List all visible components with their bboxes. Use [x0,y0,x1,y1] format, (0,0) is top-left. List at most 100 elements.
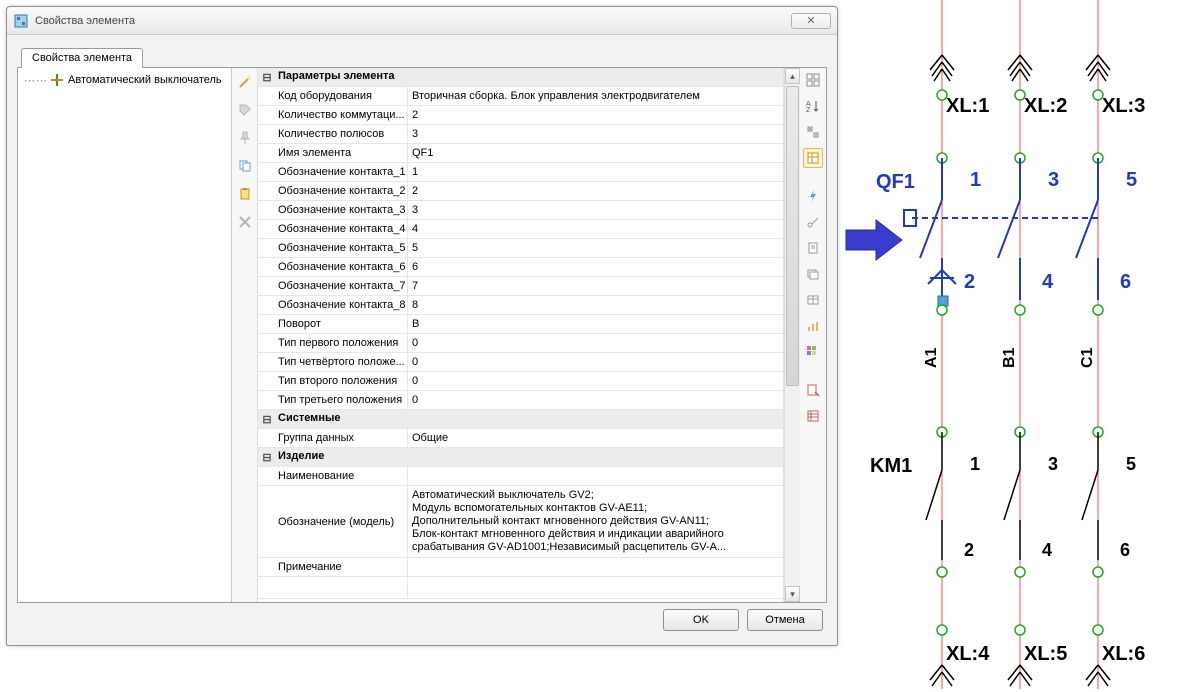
xl1-label: XL:1 [946,95,989,117]
collapse-icon[interactable]: ⊟ [258,68,276,86]
svg-text:2: 2 [964,540,974,560]
property-value[interactable]: QF1 [408,144,783,162]
dialog-buttons: OK Отмена [17,603,827,637]
property-row[interactable]: Код оборудованияВторичная сборка. Блок у… [258,87,783,106]
ok-button[interactable]: OK [663,609,739,631]
property-value[interactable]: 1 [408,163,783,181]
svg-text:4: 4 [1042,540,1052,560]
property-name: Обозначение (модель) [276,486,408,557]
delete-icon [235,212,255,232]
window-title: Свойства элемента [35,15,791,27]
property-row[interactable]: Наименование [258,467,783,486]
property-name: Обозначение контакта_1 [276,163,408,181]
collapse-icon[interactable]: ⊟ [258,410,276,428]
expand-all-icon[interactable] [803,122,823,142]
property-name: Количество коммутаци... [276,106,408,124]
wire-icon[interactable] [803,212,823,232]
section-product[interactable]: ⊟ Изделие [258,448,783,467]
scrollbar-vertical[interactable]: ▴ ▾ [784,68,800,602]
property-row[interactable]: Обозначение (модель)Автоматический выклю… [258,486,783,558]
tree-item-breaker[interactable]: ⋯⋯ Автоматический выключатель [22,72,227,88]
tree-connector-icon: ⋯⋯ [24,74,48,87]
property-name: Примечание [276,558,408,576]
property-value[interactable]: Общие [408,429,783,447]
property-value[interactable]: 0 [408,334,783,352]
section-params[interactable]: ⊟ Параметры элемента [258,68,783,87]
property-value[interactable]: Вторичная сборка. Блок управления электр… [408,87,783,105]
property-name: Обозначение контакта_7 [276,277,408,295]
property-row[interactable]: Обозначение контакта_55 [258,239,783,258]
chart-icon[interactable] [803,316,823,336]
property-row[interactable]: Обозначение контакта_44 [258,220,783,239]
property-value[interactable]: 4 [408,220,783,238]
property-row[interactable]: Обозначение контакта_66 [258,258,783,277]
property-row[interactable]: Тип второго положения0 [258,372,783,391]
cancel-button[interactable]: Отмена [747,609,823,631]
property-value[interactable] [408,467,783,485]
layers-icon[interactable] [803,264,823,284]
sort-az-icon[interactable]: AZ [803,96,823,116]
property-value[interactable]: 6 [408,258,783,276]
property-value[interactable] [408,558,783,576]
property-row[interactable]: Обозначение контакта_11 [258,163,783,182]
property-value[interactable]: 2 [408,182,783,200]
edit-properties-icon[interactable] [803,380,823,400]
property-name: Код оборудования [276,87,408,105]
scroll-up-icon[interactable]: ▴ [785,68,800,84]
property-row[interactable]: Количество полюсов3 [258,125,783,144]
wand-icon[interactable] [235,72,255,92]
copy-icon[interactable] [235,156,255,176]
page-icon[interactable] [803,238,823,258]
property-value[interactable]: 2 [408,106,783,124]
svg-text:C1: C1 [1079,347,1096,368]
scroll-thumb[interactable] [786,86,799,386]
scroll-down-icon[interactable]: ▾ [785,586,800,602]
property-row[interactable]: Тип первого положения0 [258,334,783,353]
property-row[interactable]: Обозначение контакта_22 [258,182,783,201]
svg-text:4: 4 [1042,271,1054,293]
property-value[interactable]: Автоматический выключатель GV2; Модуль в… [408,486,783,557]
tab-properties[interactable]: Свойства элемента [21,48,143,68]
app-icon [13,13,29,29]
category-view-icon[interactable] [803,70,823,90]
property-name: Тип второго положения [276,372,408,390]
property-row[interactable]: Примечание [258,558,783,577]
paste-icon[interactable] [235,184,255,204]
property-row[interactable]: Обозначение контакта_33 [258,201,783,220]
tab-strip: Свойства элемента [17,45,827,67]
property-name: Обозначение контакта_5 [276,239,408,257]
close-button[interactable]: ✕ [791,13,831,29]
property-name: Поворот [276,315,408,333]
property-row[interactable]: Группа данныхОбщие [258,429,783,448]
svg-text:A1: A1 [923,347,940,368]
property-row[interactable]: Количество коммутаци...2 [258,106,783,125]
section-system[interactable]: ⊟ Системные [258,410,783,429]
right-toolbar: AZ [800,68,826,602]
property-value[interactable]: 5 [408,239,783,257]
property-value[interactable]: 8 [408,296,783,314]
property-value[interactable]: 0 [408,372,783,390]
collapse-icon[interactable]: ⊟ [258,448,276,466]
grid-mode-icon[interactable] [803,148,823,168]
palette-icon[interactable] [803,342,823,362]
property-row[interactable]: Тип четвёртого положе...0 [258,353,783,372]
property-row[interactable]: Обозначение контакта_88 [258,296,783,315]
property-value[interactable]: 0 [408,391,783,409]
table-icon[interactable] [803,290,823,310]
property-row[interactable]: Обозначение контакта_77 [258,277,783,296]
property-row[interactable]: Имя элементаQF1 [258,144,783,163]
property-row[interactable]: ПоворотВ [258,315,783,334]
svg-text:6: 6 [1120,540,1130,560]
bom-table-icon[interactable] [803,406,823,426]
property-row[interactable]: Тип третьего положения0 [258,391,783,410]
tab-panel: ⋯⋯ Автоматический выключатель [17,67,827,603]
property-value[interactable]: В [408,315,783,333]
svg-text:5: 5 [1126,169,1137,191]
property-value[interactable]: 7 [408,277,783,295]
property-value[interactable]: 3 [408,201,783,219]
property-name: Обозначение контакта_6 [276,258,408,276]
property-value[interactable]: 3 [408,125,783,143]
property-value[interactable]: 0 [408,353,783,371]
tree-node-icon [50,73,64,87]
bolt-icon[interactable] [803,186,823,206]
